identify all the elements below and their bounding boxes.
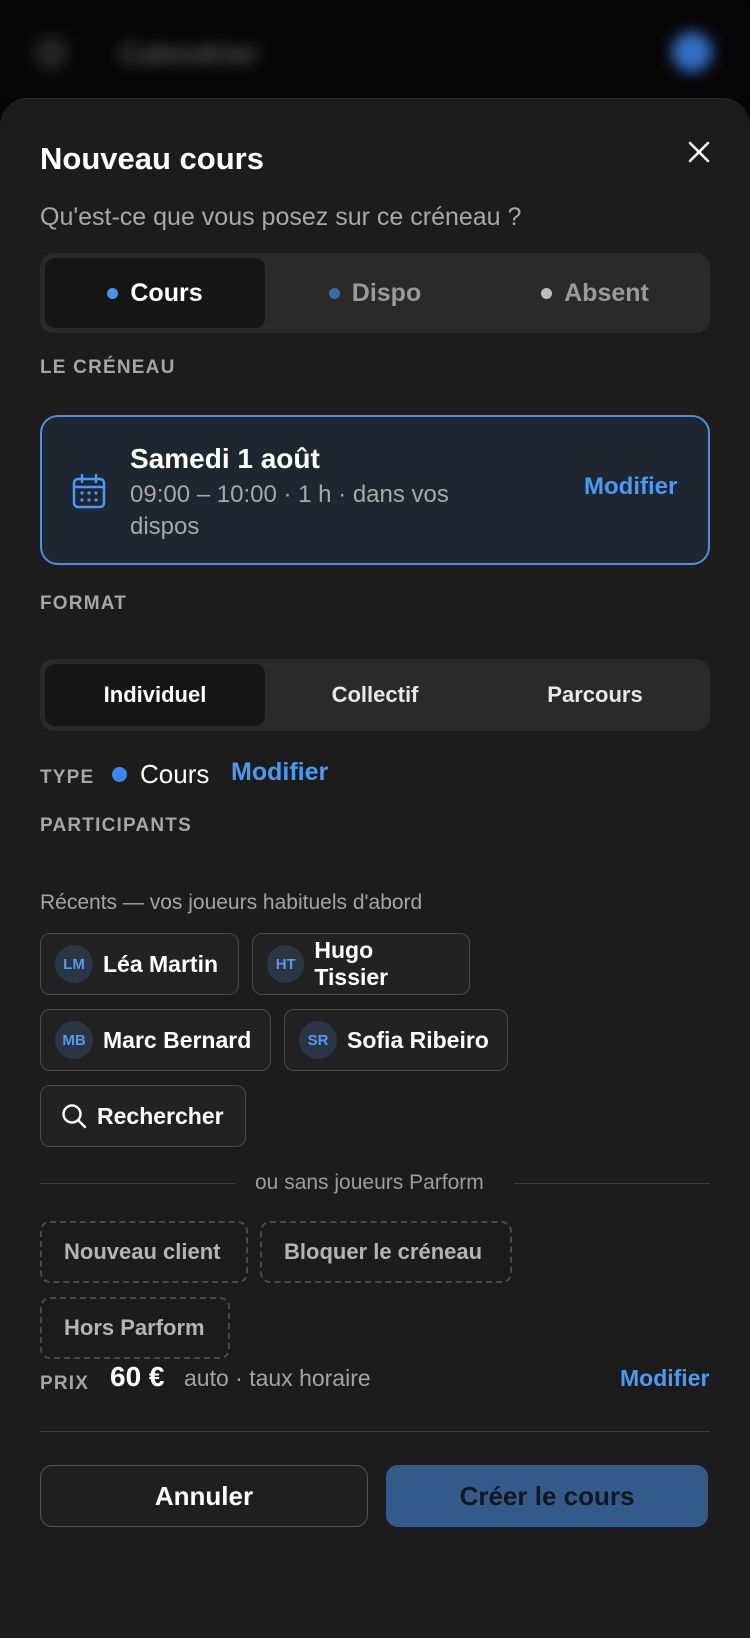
type-value: Cours — [140, 759, 210, 789]
participant-chip-hugo-tissier[interactable]: HT Hugo Tissier — [252, 933, 470, 995]
avatar — [672, 32, 712, 72]
tab-cours[interactable]: Cours — [45, 258, 265, 328]
avatar: SR — [299, 1021, 337, 1059]
divider-text: ou sans joueurs Parform — [255, 1171, 484, 1194]
avatar: MB — [55, 1021, 93, 1059]
cours-dot-icon — [107, 287, 119, 299]
menu-icon — [34, 36, 68, 70]
slot-day: Samedi 1 août — [130, 443, 320, 474]
avatar: HT — [267, 945, 305, 983]
type-modify-button[interactable]: Modifier — [231, 758, 328, 787]
kind-segmented-control: Cours Dispo Absent — [40, 253, 710, 333]
avatar: LM — [55, 945, 93, 983]
divider-left — [40, 1183, 236, 1184]
price-label: PRIX — [40, 1373, 90, 1394]
create-course-button[interactable]: Créer le cours — [386, 1465, 708, 1527]
footer-divider — [40, 1431, 710, 1432]
price-value: 60 € — [110, 1361, 165, 1392]
search-icon — [62, 1104, 87, 1129]
format-collectif[interactable]: Collectif — [265, 664, 485, 726]
dispo-dot-icon — [328, 287, 340, 299]
participant-name: Marc Bernard — [103, 1026, 252, 1053]
tab-label: Absent — [564, 278, 649, 307]
cancel-button[interactable]: Annuler — [40, 1465, 368, 1527]
format-section-label: FORMAT — [40, 593, 128, 614]
sheet-subtitle: Qu'est-ce que vous posez sur ce créneau … — [40, 203, 522, 231]
format-parcours[interactable]: Parcours — [485, 664, 705, 726]
new-client-button[interactable]: Nouveau client — [40, 1221, 248, 1283]
search-label: Rechercher — [97, 1102, 224, 1129]
app-title: Calendrier — [120, 38, 259, 69]
search-participant-button[interactable]: Rechercher — [40, 1085, 246, 1147]
hors-parform-button[interactable]: Hors Parform — [40, 1297, 230, 1359]
tab-dispo[interactable]: Dispo — [265, 258, 485, 328]
format-segmented-control: Individuel Collectif Parcours — [40, 659, 710, 731]
block-slot-button[interactable]: Bloquer le créneau — [260, 1221, 512, 1283]
calendar-icon — [72, 473, 106, 509]
participants-section-label: PARTICIPANTS — [40, 815, 192, 836]
participant-chip-lea-martin[interactable]: LM Léa Martin — [40, 933, 239, 995]
divider-right — [514, 1183, 710, 1184]
close-button[interactable] — [682, 135, 716, 169]
slot-card[interactable]: Samedi 1 août 09:00 – 10:00 · 1 h · dans… — [40, 415, 710, 565]
app-top-bar: Calendrier — [0, 0, 750, 100]
price-modify-button[interactable]: Modifier — [620, 1365, 709, 1392]
participant-name: Léa Martin — [103, 950, 219, 977]
slot-time: 09:00 – 10:00 · 1 h · dans vos dispos — [130, 481, 449, 540]
close-icon — [688, 141, 710, 163]
tab-absent[interactable]: Absent — [485, 258, 705, 328]
type-label: TYPE — [40, 767, 95, 788]
participants-hint: Récents — vos joueurs habituels d'abord — [40, 891, 423, 914]
tab-label: Cours — [130, 278, 203, 307]
format-individuel[interactable]: Individuel — [45, 664, 265, 726]
participant-chip-sofia-ribeiro[interactable]: SR Sofia Ribeiro — [284, 1009, 508, 1071]
slot-section-label: LE CRÉNEAU — [40, 357, 176, 378]
tab-label: Dispo — [351, 278, 422, 307]
participant-chip-marc-bernard[interactable]: MB Marc Bernard — [40, 1009, 271, 1071]
sheet-title: Nouveau cours — [40, 141, 264, 176]
participant-name: Hugo Tissier — [314, 937, 389, 990]
participant-name: Sofia Ribeiro — [347, 1026, 489, 1053]
type-dot-icon — [112, 767, 127, 782]
absent-dot-icon — [541, 287, 553, 299]
slot-modify-button[interactable]: Modifier — [584, 473, 677, 501]
new-course-sheet: Nouveau cours Qu'est-ce que vous posez s… — [0, 98, 750, 1638]
price-note: auto · taux horaire — [184, 1365, 371, 1391]
